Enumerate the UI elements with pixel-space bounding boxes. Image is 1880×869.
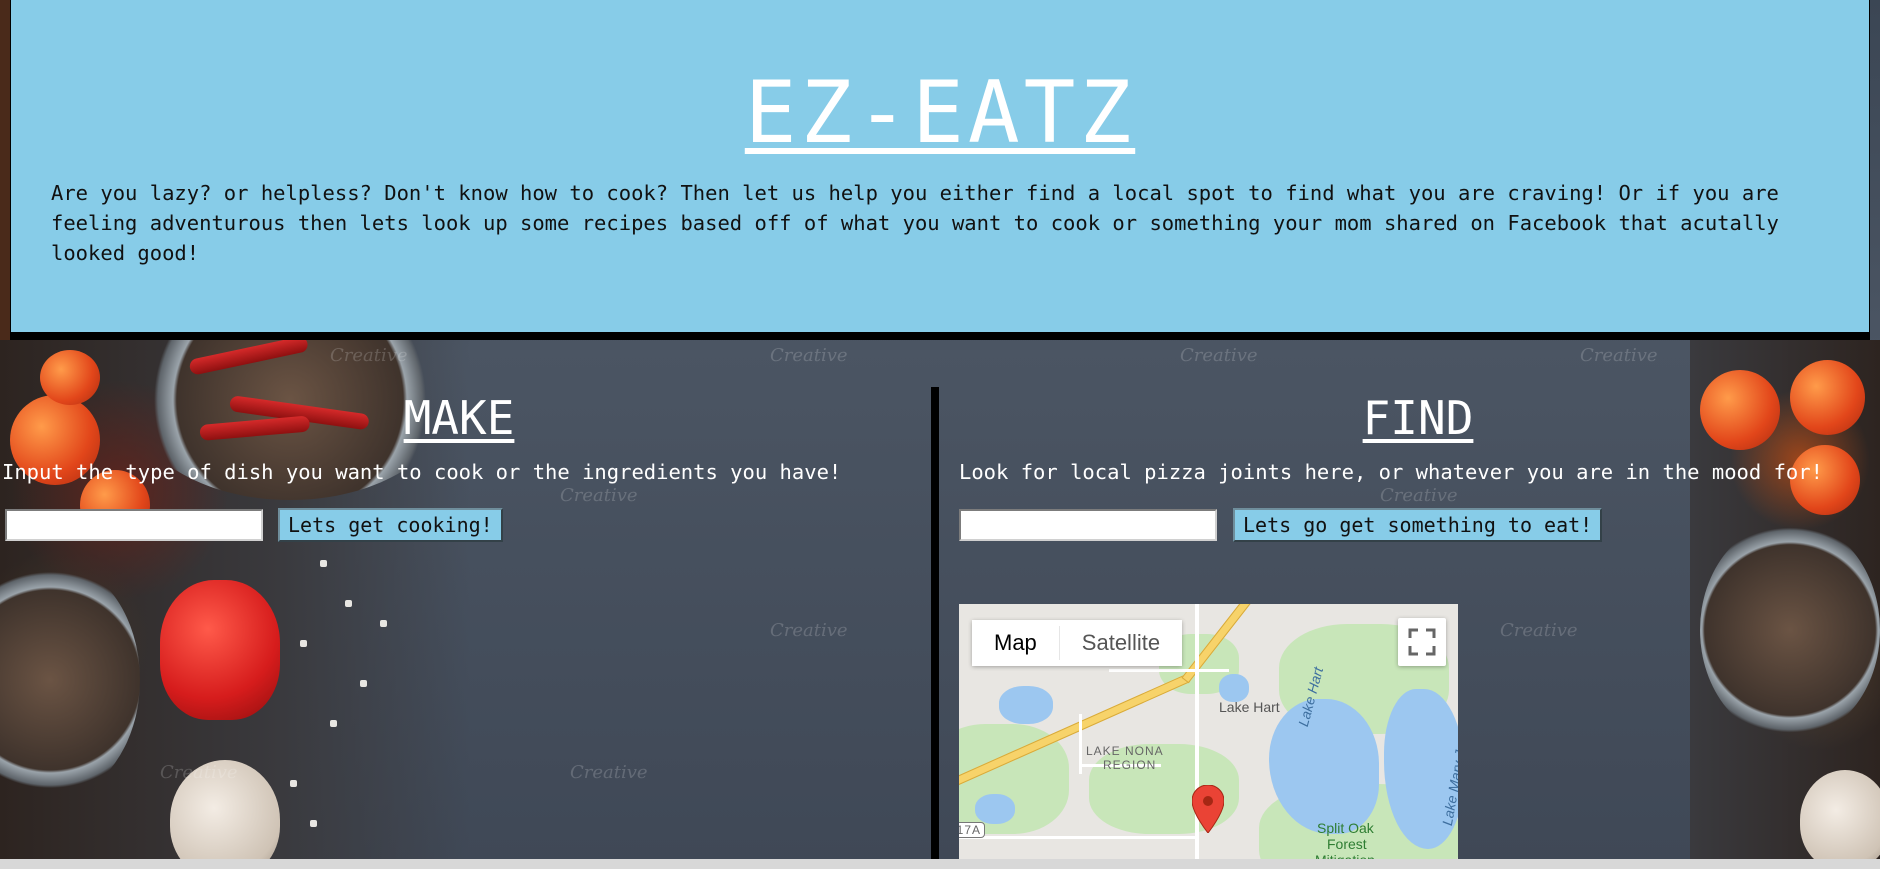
site-title-text: EZ-EATZ xyxy=(744,63,1136,163)
salt-crystal-image xyxy=(290,780,297,787)
map-label-lake-hart: Lake Hart xyxy=(1219,699,1280,715)
map-type-control: Map Satellite xyxy=(972,620,1183,666)
site-title: EZ-EATZ xyxy=(11,58,1869,168)
restaurant-search-input[interactable] xyxy=(959,509,1217,541)
find-title: FIND xyxy=(1362,391,1474,445)
google-map[interactable]: Lake Hart Lake Hart LAKE NONA REGION Lak… xyxy=(959,604,1458,869)
map-lake xyxy=(1219,674,1249,702)
watermark-text: Creative xyxy=(1380,485,1458,506)
watermark-text: Creative xyxy=(770,345,848,366)
map-type-satellite-button[interactable]: Satellite xyxy=(1059,620,1183,666)
map-type-map-button[interactable]: Map xyxy=(972,620,1059,666)
salt-crystal-image xyxy=(310,820,317,827)
watermark-text: Creative xyxy=(1500,620,1578,641)
map-label-split-oak: Split Oak xyxy=(1317,820,1374,836)
column-divider xyxy=(931,387,939,869)
map-label-region: REGION xyxy=(1103,758,1157,772)
fullscreen-button[interactable] xyxy=(1398,618,1446,666)
salt-crystal-image xyxy=(300,640,307,647)
horizontal-scrollbar[interactable] xyxy=(0,859,1880,869)
cook-button[interactable]: Lets get cooking! xyxy=(278,508,503,542)
background-edge-strip xyxy=(0,0,10,340)
map-street xyxy=(1109,669,1229,672)
intro-text: Are you lazy? or helpless? Don't know ho… xyxy=(51,181,1779,265)
find-food-button[interactable]: Lets go get something to eat! xyxy=(1233,508,1603,542)
watermark-text: Creative xyxy=(1580,345,1658,366)
salt-crystal-image xyxy=(330,720,337,727)
make-description: Input the type of dish you want to cook … xyxy=(2,460,842,484)
bell-pepper-image xyxy=(160,580,280,720)
map-lake xyxy=(975,794,1015,824)
fullscreen-icon xyxy=(1408,628,1436,656)
map-label-lake-nona: LAKE NONA xyxy=(1086,744,1164,758)
watermark-text: Creative xyxy=(160,762,238,783)
make-title: MAKE xyxy=(403,391,515,445)
salt-crystal-image xyxy=(320,560,327,567)
watermark-text: Creative xyxy=(570,762,648,783)
map-lake xyxy=(999,686,1053,724)
peppercorn-bowl-image xyxy=(1700,520,1880,740)
salt-crystal-image xyxy=(380,620,387,627)
map-route-shield: 417A xyxy=(959,822,986,838)
garlic-image xyxy=(1800,770,1880,869)
watermark-text: Creative xyxy=(560,485,638,506)
salt-crystal-image xyxy=(360,680,367,687)
site-header: EZ-EATZ Are you lazy? or helpless? Don't… xyxy=(10,0,1870,340)
watermark-text: Creative xyxy=(330,345,408,366)
watermark-text: Creative xyxy=(1180,345,1258,366)
find-description: Look for local pizza joints here, or wha… xyxy=(959,460,1823,484)
salt-crystal-image xyxy=(345,600,352,607)
recipe-search-input[interactable] xyxy=(5,509,263,541)
map-label-forest: Forest xyxy=(1327,836,1367,852)
map-pin-icon[interactable] xyxy=(1192,785,1224,833)
map-street xyxy=(959,836,1195,839)
watermark-text: Creative xyxy=(770,620,848,641)
